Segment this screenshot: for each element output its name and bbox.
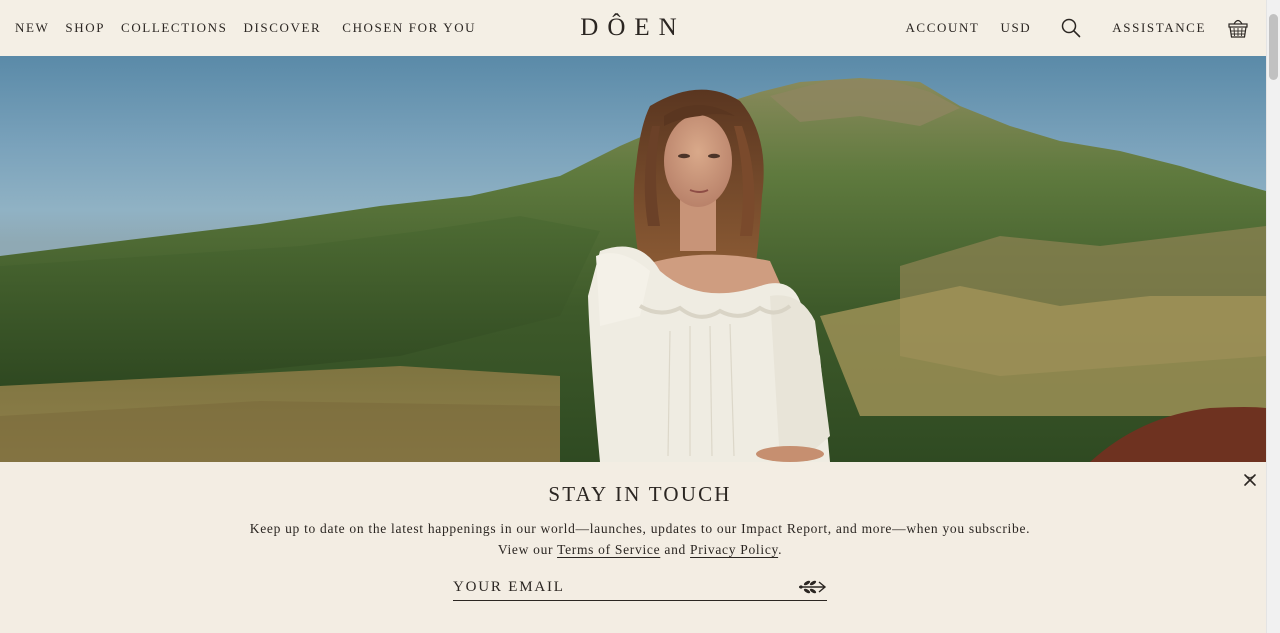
currency-selector[interactable]: USD — [1000, 20, 1031, 36]
page-scrollbar[interactable] — [1266, 0, 1280, 633]
brand-logo[interactable]: DÔEN — [572, 10, 694, 46]
email-field[interactable] — [453, 575, 783, 599]
hero-illustration — [0, 78, 1266, 462]
assistance-link[interactable]: ASSISTANCE — [1112, 20, 1206, 36]
newsletter-legal-line: View our Terms of Service and Privacy Po… — [0, 539, 1280, 560]
account-link[interactable]: ACCOUNT — [905, 20, 979, 36]
search-icon[interactable] — [1059, 16, 1083, 40]
newsletter-panel: STAY IN TOUCH Keep up to date on the lat… — [0, 462, 1266, 633]
nav-discover[interactable]: DISCOVER — [243, 20, 321, 36]
privacy-policy-link[interactable]: Privacy Policy — [690, 542, 778, 557]
scrollbar-thumb[interactable] — [1269, 14, 1278, 80]
nav-collections[interactable]: COLLECTIONS — [121, 20, 227, 36]
view-our-text: View our — [497, 542, 554, 557]
hero-image[interactable] — [0, 56, 1266, 462]
newsletter-description: Keep up to date on the latest happenings… — [0, 518, 1280, 560]
olive-branch-arrow-icon[interactable] — [797, 576, 827, 598]
utility-nav: ACCOUNT USD ASSISTANCE — [884, 0, 1266, 56]
nav-chosen-for-you[interactable]: CHOSEN FOR YOU — [342, 20, 476, 36]
nav-new[interactable]: NEW — [15, 20, 49, 36]
period-text: . — [778, 542, 783, 557]
email-signup-form — [453, 575, 827, 601]
basket-icon[interactable] — [1226, 16, 1250, 40]
newsletter-description-text: Keep up to date on the latest happenings… — [249, 521, 1031, 536]
site-header: NEW SHOP COLLECTIONS DISCOVER CHOSEN FOR… — [0, 0, 1266, 56]
primary-nav: NEW SHOP COLLECTIONS DISCOVER CHOSEN FOR… — [15, 0, 492, 56]
newsletter-title: STAY IN TOUCH — [548, 482, 732, 506]
and-text: and — [664, 542, 686, 557]
nav-shop[interactable]: SHOP — [65, 20, 105, 36]
terms-of-service-link[interactable]: Terms of Service — [557, 542, 660, 557]
